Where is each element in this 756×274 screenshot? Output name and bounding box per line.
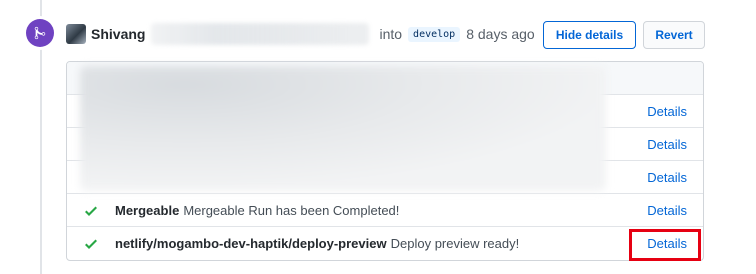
check-description: Mergeable Run has been Completed! xyxy=(183,203,400,218)
details-link[interactable]: Details xyxy=(647,203,687,218)
check-row-mergeable: Mergeable Mergeable Run has been Complete… xyxy=(67,194,703,227)
check-label: Mergeable Mergeable Run has been Complete… xyxy=(115,203,399,218)
into-label: into xyxy=(379,26,403,42)
check-description: Deploy preview ready! xyxy=(390,236,520,251)
check-row-deploy-preview: netlify/mogambo-dev-haptik/deploy-previe… xyxy=(67,227,703,260)
revert-button[interactable]: Revert xyxy=(643,21,705,49)
redacted-commit-info xyxy=(151,23,370,45)
merge-event-header: Shivang into develop 8 days ago xyxy=(66,22,535,46)
details-link[interactable]: Details xyxy=(647,137,687,152)
git-merge-icon xyxy=(26,19,54,47)
details-link[interactable]: Details xyxy=(647,104,687,119)
check-label: netlify/mogambo-dev-haptik/deploy-previe… xyxy=(115,236,519,251)
avatar[interactable] xyxy=(66,24,86,44)
redacted-checks-overlay xyxy=(80,66,606,191)
hide-details-button[interactable]: Hide details xyxy=(543,21,636,49)
highlight-annotation xyxy=(629,229,701,261)
check-icon xyxy=(85,239,97,249)
timestamp[interactable]: 8 days ago xyxy=(466,26,535,42)
branch-name[interactable]: develop xyxy=(408,26,461,42)
author-username[interactable]: Shivang xyxy=(91,26,145,42)
check-name: netlify/mogambo-dev-haptik/deploy-previe… xyxy=(115,236,387,251)
details-link[interactable]: Details xyxy=(647,170,687,185)
check-icon xyxy=(85,206,97,216)
check-name: Mergeable xyxy=(115,203,180,218)
